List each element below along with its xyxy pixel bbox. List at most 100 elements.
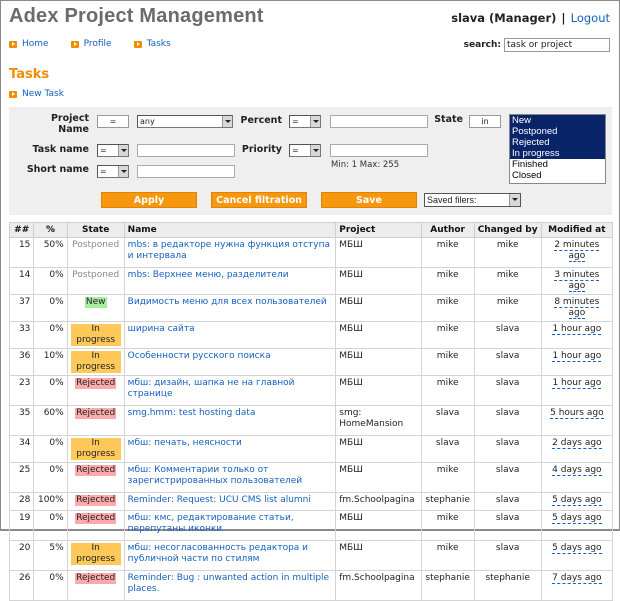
nav-item-label: Tasks bbox=[146, 39, 171, 49]
state-option[interactable]: Rejected bbox=[510, 137, 605, 148]
task-percent: 0% bbox=[33, 375, 68, 406]
task-name-operator[interactable]: = bbox=[97, 144, 129, 157]
task-name-link[interactable]: smg.hmm: test hosting data bbox=[128, 408, 256, 418]
nav-item-home[interactable]: Home bbox=[9, 39, 49, 49]
status-badge: Rejected bbox=[75, 495, 117, 506]
task-project: МБШ bbox=[335, 540, 422, 571]
task-percent: 0% bbox=[33, 267, 68, 295]
task-modified-cell: 5 hours ago bbox=[540, 405, 614, 436]
nav-item-profile[interactable]: Profile bbox=[70, 39, 112, 49]
task-state-cell: Postponed bbox=[66, 267, 125, 295]
task-id: 26 bbox=[8, 570, 35, 601]
table-row[interactable]: 35 60% Rejected smg.hmm: test hosting data s… bbox=[8, 405, 614, 436]
cancel-filtration-button[interactable]: Cancel filtration bbox=[211, 192, 307, 208]
table-row[interactable]: 20 5% In progress мбш: несогласованность ре… bbox=[8, 540, 614, 571]
table-row[interactable]: 28 100% Rejected Reminder: Request: UCU CMS… bbox=[8, 492, 614, 511]
task-modified-cell: 2 minutes ago bbox=[540, 237, 614, 268]
priority-operator[interactable]: = bbox=[289, 144, 321, 157]
task-changed-by: slava bbox=[473, 492, 542, 511]
chevron-down-icon bbox=[118, 166, 128, 177]
task-name-link[interactable]: mbs: Верхнее меню, разделители bbox=[128, 270, 289, 280]
table-row[interactable]: 15 50% Postponed mbs: в редакторе нужна фун… bbox=[8, 237, 614, 268]
task-project: МБШ bbox=[335, 237, 422, 268]
table-row[interactable]: 26 0% Rejected Reminder: Bug : unwanted act… bbox=[8, 570, 614, 601]
priority-input[interactable] bbox=[330, 144, 428, 157]
arrow-right-icon bbox=[70, 40, 79, 48]
task-name-link[interactable]: мбш: дизайн, шапка не на главной страниц… bbox=[128, 378, 295, 399]
arrow-right-icon bbox=[9, 40, 17, 48]
saved-filters-select[interactable]: Saved filers: bbox=[424, 193, 521, 207]
task-state-cell: Rejected bbox=[66, 510, 125, 541]
task-modified-at: 5 days ago bbox=[552, 495, 602, 506]
task-id: 33 bbox=[8, 321, 35, 349]
state-multiselect[interactable]: New Postponed Rejected In progress Finis… bbox=[509, 114, 606, 184]
task-name-input[interactable] bbox=[137, 144, 235, 157]
task-name-link[interactable]: Reminder: Bug : unwanted action in multi… bbox=[128, 573, 329, 594]
task-id: 25 bbox=[8, 462, 35, 493]
task-name-link[interactable]: Reminder: Request: UCU CMS list alumni bbox=[128, 495, 311, 505]
state-option[interactable]: In progress bbox=[510, 148, 605, 159]
table-row[interactable]: 33 0% In progress ширина сайта МБШ mike slava 1… bbox=[8, 321, 614, 349]
state-operator[interactable]: in bbox=[469, 115, 501, 128]
task-name-cell: smg.hmm: test hosting data bbox=[123, 405, 337, 436]
col-header-author[interactable]: Author bbox=[420, 222, 475, 238]
task-changed-by: slava bbox=[473, 462, 542, 493]
table-row[interactable]: 14 0% Postponed mbs: Верхнее меню, разделит… bbox=[8, 267, 614, 295]
task-id: 15 bbox=[8, 237, 35, 268]
col-header-name[interactable]: Name bbox=[123, 222, 337, 238]
project-select[interactable]: any bbox=[137, 115, 233, 128]
task-name-cell: mbs: Верхнее меню, разделители bbox=[123, 267, 337, 295]
project-operator[interactable]: = bbox=[97, 115, 129, 128]
nav-item-label: Home bbox=[22, 39, 49, 49]
task-name-link[interactable]: ширина сайта bbox=[128, 324, 195, 334]
percent-operator[interactable]: = bbox=[289, 115, 321, 128]
logout-link[interactable]: Logout bbox=[571, 11, 610, 25]
task-project: fm.Schoolpagina bbox=[335, 570, 422, 601]
task-name-link[interactable]: Видимость меню для всех пользователей bbox=[128, 297, 327, 307]
table-row[interactable]: 25 0% Rejected мбш: Комментарии только от з… bbox=[8, 462, 614, 493]
search-input[interactable] bbox=[504, 38, 610, 52]
nav-item-tasks[interactable]: Tasks bbox=[133, 39, 171, 49]
state-label: State bbox=[434, 114, 463, 125]
state-option[interactable]: Postponed bbox=[510, 126, 605, 137]
task-project: МБШ bbox=[335, 435, 422, 463]
task-modified-cell: 1 hour ago bbox=[540, 375, 614, 406]
task-name-link[interactable]: мбш: несогласованность редактора и публи… bbox=[128, 543, 308, 564]
table-row[interactable]: 23 0% Rejected мбш: дизайн, шапка не на гла… bbox=[8, 375, 614, 406]
state-option[interactable]: Finished bbox=[510, 159, 605, 170]
short-name-input[interactable] bbox=[137, 165, 235, 178]
save-filter-button[interactable]: Save bbox=[321, 192, 417, 208]
chevron-down-icon bbox=[222, 116, 232, 127]
table-row[interactable]: 19 0% Rejected мбш: кмс, редактирование ста… bbox=[8, 510, 614, 541]
task-name-link[interactable]: мбш: печать, неясности bbox=[128, 438, 242, 448]
task-id: 19 bbox=[8, 510, 35, 541]
task-modified-cell: 3 minutes ago bbox=[540, 267, 614, 295]
state-option[interactable]: New bbox=[510, 115, 605, 126]
task-name-link[interactable]: мбш: Комментарии только от зарегистриров… bbox=[128, 465, 302, 486]
col-header-percent[interactable]: % bbox=[33, 222, 68, 238]
col-header-id[interactable]: ## bbox=[8, 222, 35, 238]
task-state-cell: Rejected bbox=[66, 492, 125, 511]
task-author: mike bbox=[420, 294, 475, 322]
priority-operator-value: = bbox=[292, 146, 299, 155]
task-project: МБШ bbox=[335, 321, 422, 349]
task-modified-at: 5 hours ago bbox=[550, 408, 604, 419]
percent-input[interactable] bbox=[330, 115, 428, 128]
table-row[interactable]: 36 10% In progress Особенности русского пои… bbox=[8, 348, 614, 376]
table-row[interactable]: 34 0% In progress мбш: печать, неясности МБШ… bbox=[8, 435, 614, 463]
col-header-changed-by[interactable]: Changed by bbox=[473, 222, 542, 238]
task-id: 28 bbox=[8, 492, 35, 511]
col-header-project[interactable]: Project bbox=[335, 222, 422, 238]
task-name-link[interactable]: Особенности русского поиска bbox=[128, 351, 271, 361]
task-name-link[interactable]: mbs: в редакторе нужна функция отступа и… bbox=[128, 240, 330, 261]
col-header-state[interactable]: State bbox=[66, 222, 125, 238]
task-modified-at: 2 days ago bbox=[552, 438, 602, 449]
short-name-operator[interactable]: = bbox=[97, 165, 129, 178]
state-option[interactable]: Closed bbox=[510, 170, 605, 181]
task-changed-by: slava bbox=[473, 405, 542, 436]
new-task-link[interactable]: New Task bbox=[9, 89, 64, 99]
apply-button[interactable]: Apply bbox=[101, 192, 197, 208]
task-modified-cell: 5 days ago bbox=[540, 510, 614, 541]
table-row[interactable]: 37 0% New Видимость меню для всех пользоват… bbox=[8, 294, 614, 322]
col-header-modified-at[interactable]: Modified at bbox=[540, 222, 614, 238]
